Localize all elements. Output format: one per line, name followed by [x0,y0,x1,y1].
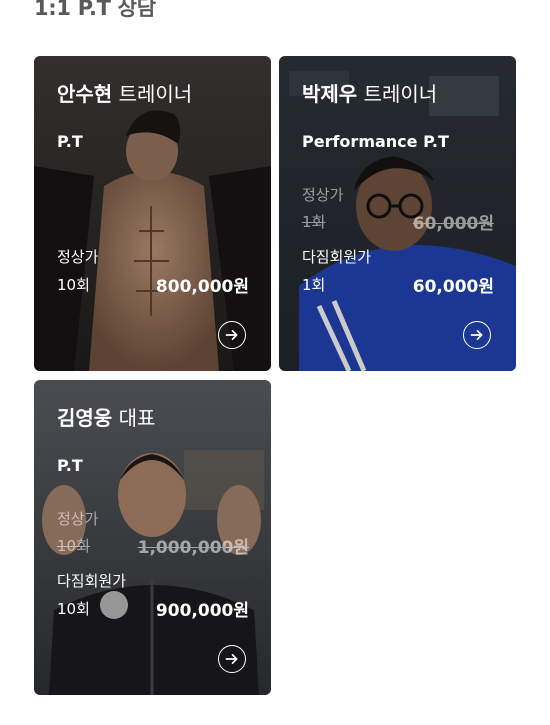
member-session-count: 10회 [57,600,90,618]
member-session-count: 1회 [302,276,326,294]
trainer-name: 박제우 [302,82,358,106]
regular-price-amount: 60,000원 [412,214,494,234]
member-price-amount: 60,000원 [412,277,494,297]
member-price-label: 다짐회원가 [57,572,127,590]
trainer-role: 트레이너 [118,82,193,106]
regular-session-count: 1회 [302,213,326,231]
trainer-card-kim-younghoon[interactable]: 김영웅 대표 P.T 정상가 10회 1,000,000원 다짐회원가 10회 … [34,380,271,695]
arrow-right-circle-icon[interactable] [218,321,246,349]
regular-price-amount: 1,000,000원 [137,538,249,558]
trainer-name-row: 안수현 트레이너 [57,78,192,107]
arrow-right-circle-icon[interactable] [218,645,246,673]
price-amount: 800,000원 [155,277,249,297]
trainer-name-row: 박제우 트레이너 [302,78,437,107]
session-count: 10회 [57,276,90,294]
member-price-amount: 900,000원 [155,601,249,621]
regular-session-count: 10회 [57,537,90,555]
regular-price-label: 정상가 [57,248,99,266]
trainer-name: 안수현 [57,82,113,106]
section-title: 1:1 P.T 상담 [34,0,156,20]
arrow-right-circle-icon[interactable] [463,321,491,349]
trainer-name-row: 김영웅 대표 [57,402,155,431]
trainer-name: 김영웅 [57,406,113,430]
trainer-card-ahn-suhyeon[interactable]: 안수현 트레이너 P.T 정상가 10회 800,000원 [34,56,271,371]
program-name: P.T [57,132,83,151]
trainer-role: 대표 [118,406,156,430]
member-price-label: 다짐회원가 [302,248,372,266]
trainer-card-park-jewoo[interactable]: 박제우 트레이너 Performance P.T 정상가 1회 60,000원 … [279,56,516,371]
trainer-role: 트레이너 [363,82,438,106]
regular-price-label: 정상가 [57,510,99,528]
regular-price-label: 정상가 [302,186,344,204]
program-name: Performance P.T [302,132,449,151]
program-name: P.T [57,456,83,475]
